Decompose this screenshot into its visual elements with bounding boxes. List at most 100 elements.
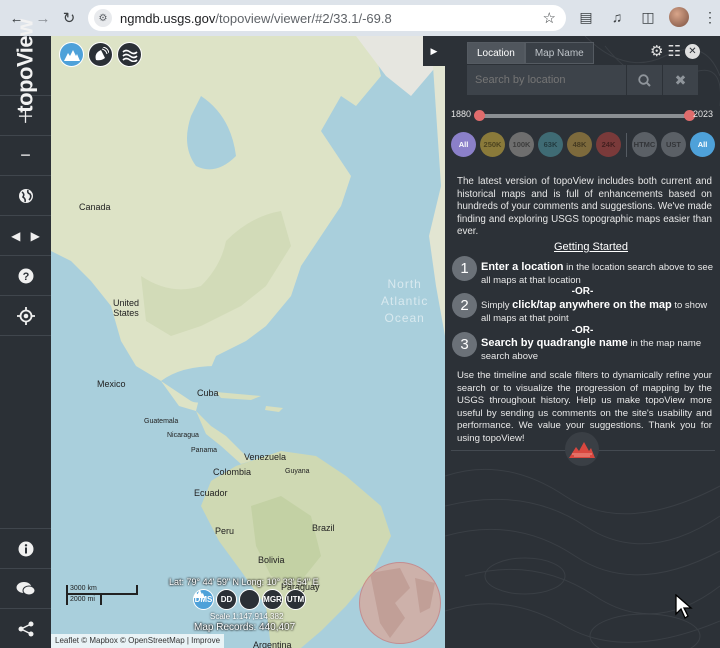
step-pre: Simply	[481, 300, 513, 311]
history-forward-icon[interactable]: ▶	[31, 229, 40, 243]
label-canada: Canada	[79, 202, 111, 212]
label-venezuela: Venezuela	[244, 452, 287, 462]
step-number: 3	[452, 332, 477, 357]
info-button[interactable]	[0, 528, 51, 568]
mouse-cursor	[675, 593, 693, 625]
globe-icon	[18, 188, 33, 203]
label-bolivia: Bolivia	[258, 555, 285, 565]
media-controls-icon[interactable]: ♫	[607, 7, 627, 27]
info-icon	[18, 541, 33, 556]
gears-icon[interactable]: ⚙	[650, 42, 663, 60]
timeline-start-handle[interactable]	[474, 110, 485, 121]
globe-button[interactable]	[0, 176, 51, 216]
map-scale-text: Scale 1:147,914,382	[210, 612, 284, 621]
locate-button[interactable]	[0, 296, 51, 336]
logo-text: topoView	[12, 18, 38, 113]
share-button[interactable]	[0, 608, 51, 648]
panel-collapse-button[interactable]: ▶	[423, 36, 445, 66]
satellite-dish-icon	[95, 46, 109, 60]
url-text: ngmdb.usgs.gov/topoview/viewer/#2/33.1/-…	[120, 11, 392, 26]
coordinate-format-buttons: DMS DD MGR UTM	[193, 589, 306, 610]
scale-filters: All 250K 100K 63K 48K 24K HTMC UST All	[451, 132, 715, 157]
question-icon: ?	[18, 268, 33, 283]
side-panel-icon[interactable]: ◫	[638, 7, 658, 27]
history-back-icon[interactable]: ◀	[11, 229, 20, 243]
mgr-button[interactable]: MGR	[262, 589, 283, 610]
address-bar[interactable]: ⚙ ngmdb.usgs.gov/topoview/viewer/#2/33.1…	[88, 5, 566, 31]
tab-map-name[interactable]: Map Name	[524, 42, 594, 64]
share-icon	[18, 621, 33, 636]
site-info-icon[interactable]: ⚙	[94, 9, 112, 27]
label-peru: Peru	[215, 526, 235, 536]
basemap-layer-buttons	[59, 42, 142, 67]
map-records-count: Map Records: 440,407	[194, 622, 296, 633]
crosshair-icon	[16, 306, 35, 325]
timeline-end: 2023	[693, 109, 714, 119]
close-icon[interactable]: ✕	[684, 43, 700, 59]
bookmark-star-icon[interactable]: ☆	[543, 9, 556, 27]
satellite-layer-button[interactable]	[88, 42, 113, 67]
left-sidebar: topoView ＋ − ◀ ▶ ?	[0, 19, 51, 648]
right-panel: Location Map Name ⚙ ☷ ✕ ✖ 1880 2023 All2…	[445, 36, 720, 648]
label-argentina: Argentina	[253, 640, 292, 648]
scale-filter-htmc[interactable]: HTMC	[632, 132, 657, 157]
scale-filter-63k[interactable]: 63K	[538, 132, 563, 157]
help-button[interactable]: ?	[0, 256, 51, 296]
mountain-icon	[63, 49, 80, 61]
timeline-slider[interactable]: 1880 2023	[451, 108, 713, 122]
step-bold: Enter a location	[481, 261, 564, 273]
step-bold: click/tap anywhere on the map	[512, 299, 672, 311]
usgs-topo-logo	[565, 432, 599, 466]
overview-minimap[interactable]	[359, 562, 441, 644]
clear-search-icon[interactable]: ✖	[662, 65, 698, 95]
map-canvas[interactable]: Canada United States Mexico Cuba Guatema…	[51, 36, 445, 648]
map-attribution[interactable]: Leaflet © Mapbox © OpenStreetMap | Impro…	[51, 634, 225, 648]
tab-location[interactable]: Location	[467, 42, 525, 64]
scale-filter-24k[interactable]: 24K	[596, 132, 621, 157]
label-brazil: Brazil	[312, 523, 335, 533]
topo-layer-button[interactable]	[59, 42, 84, 67]
reload-icon[interactable]: ↻	[58, 7, 80, 29]
dd-button[interactable]: DD	[216, 589, 237, 610]
getting-started-title: Getting Started	[554, 241, 628, 253]
label-panama: Panama	[191, 447, 218, 454]
mountain-icon	[193, 589, 205, 598]
step-number: 2	[452, 293, 477, 318]
utm-button[interactable]: UTM	[285, 589, 306, 610]
sliders-icon[interactable]: ☷	[667, 42, 680, 60]
comments-icon	[16, 581, 35, 595]
scale-filter-100k[interactable]: 100K	[509, 132, 534, 157]
menu-kebab-icon[interactable]: ⋮	[700, 7, 720, 27]
step-bold: Search by quadrangle name	[481, 337, 628, 349]
search-input[interactable]	[467, 74, 626, 86]
step-1: 1 Enter a location in the location searc…	[452, 256, 714, 287]
label-cuba: Cuba	[197, 388, 219, 398]
scale-filter-48k[interactable]: 48K	[567, 132, 592, 157]
timeline-start: 1880	[451, 109, 472, 119]
hydro-layer-button[interactable]	[117, 42, 142, 67]
browser-toolbar: ← → ↻ ⚙ ngmdb.usgs.gov/topoview/viewer/#…	[0, 0, 720, 36]
extensions-icon[interactable]: ▤	[576, 7, 596, 27]
comments-button[interactable]	[0, 568, 51, 608]
waves-icon	[121, 49, 138, 62]
zoom-out-button[interactable]: −	[0, 136, 51, 176]
profile-avatar[interactable]	[669, 7, 689, 27]
label-ecuador: Ecuador	[194, 488, 228, 498]
search-icon[interactable]	[626, 65, 662, 95]
timeline-track[interactable]	[479, 114, 689, 118]
intro-text: The latest version of topoView includes …	[457, 176, 712, 238]
url-path: /topoview/viewer/#2/33.1/-69.8	[215, 10, 392, 26]
mountain-format-button[interactable]	[193, 589, 260, 610]
scale-km: 3000 km	[66, 585, 138, 595]
topoview-logo: topoView	[0, 19, 51, 112]
coordinate-readout: Lat: 79° 44' 59" N Long: 10° 33' 54" E	[169, 577, 319, 587]
scale-filter-250k[interactable]: 250K	[480, 132, 505, 157]
mountain-logo-icon	[569, 442, 595, 458]
scale-filter-all[interactable]: All	[451, 132, 476, 157]
panel-tools: ⚙ ☷ ✕	[650, 42, 700, 60]
label-mexico: Mexico	[97, 379, 126, 389]
svg-text:?: ?	[22, 271, 29, 283]
scale-filter-all-2[interactable]: All	[690, 132, 715, 157]
scale-filter-ust[interactable]: UST	[661, 132, 686, 157]
step-3: 3 Search by quadrangle name in the map n…	[452, 332, 714, 363]
